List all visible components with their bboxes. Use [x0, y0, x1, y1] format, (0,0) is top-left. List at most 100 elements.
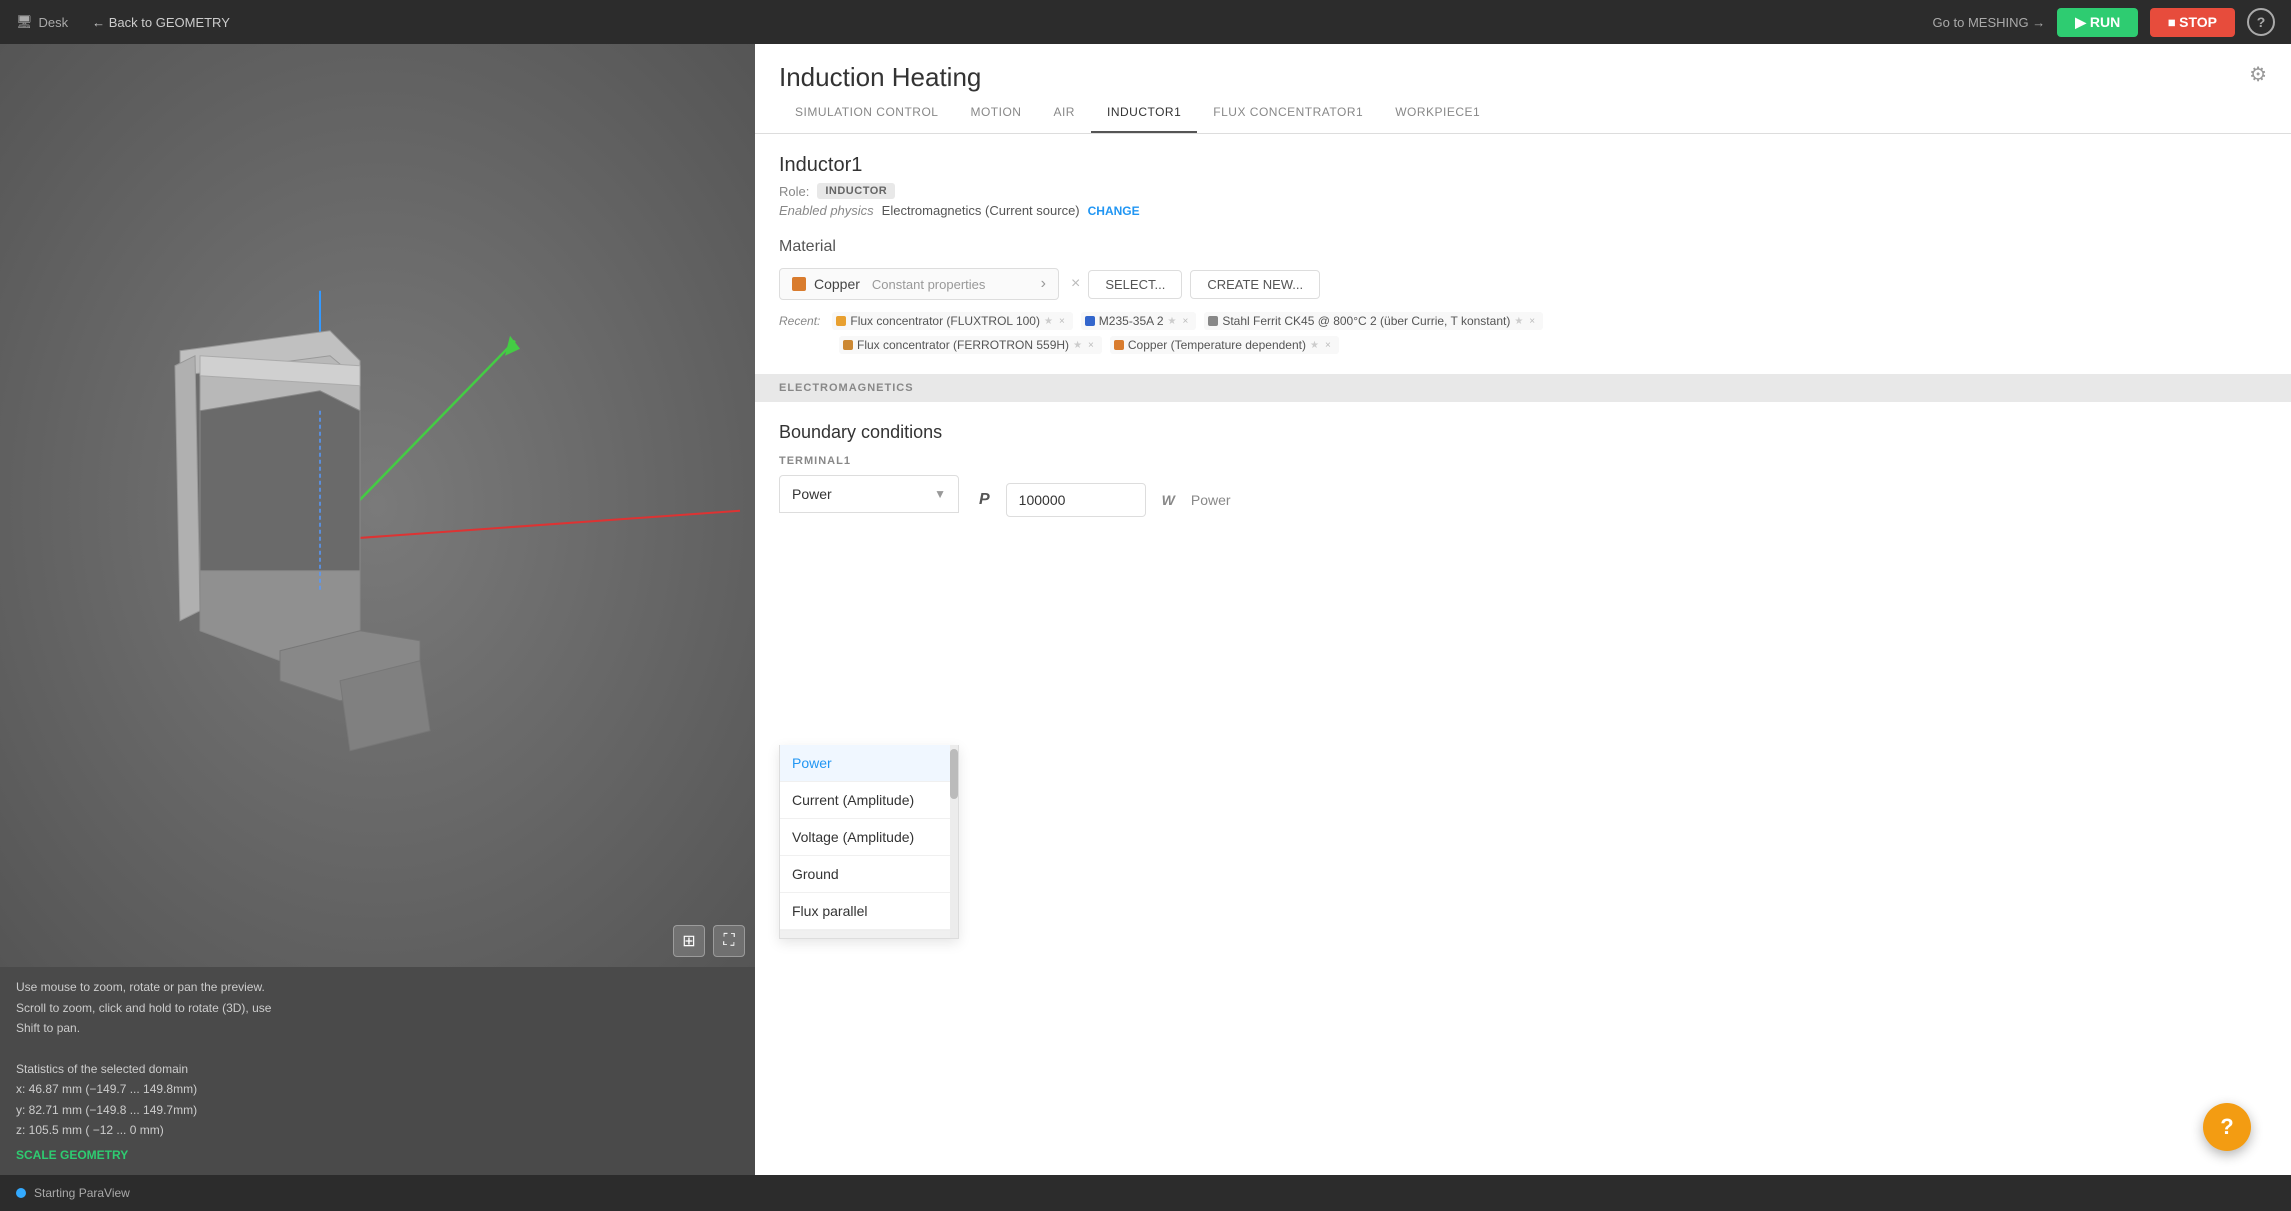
physics-row: Enabled physics Electromagnetics (Curren… [779, 203, 2267, 218]
recent-close-2[interactable]: × [1529, 316, 1535, 327]
electromagnetics-section-bar: ELECTROMAGNETICS [755, 374, 2291, 402]
material-props: Constant properties [872, 277, 985, 292]
top-bar: 🖥 Desk ← Back to GEOMETRY Go to MESHING … [0, 0, 2291, 44]
recent-dot-4 [1114, 340, 1124, 350]
tabs-bar: SIMULATION CONTROL MOTION AIR INDUCTOR1 … [755, 93, 2291, 134]
role-row: Role: INDUCTOR [779, 183, 2267, 199]
material-close-icon[interactable]: × [1071, 275, 1080, 293]
star-icon-1[interactable]: ★ [1168, 316, 1177, 327]
stats-title: Statistics of the selected domain [16, 1059, 739, 1079]
info-line-3: Shift to pan. [16, 1018, 739, 1038]
tab-workpiece1[interactable]: WORKPIECE1 [1379, 93, 1496, 133]
info-line-1: Use mouse to zoom, rotate or pan the pre… [16, 977, 739, 997]
dropdown-scrollbar-thumb[interactable] [950, 749, 958, 799]
boundary-conditions-section: Boundary conditions TERMINAL1 Power ▼ [779, 422, 2267, 707]
recent-item-4[interactable]: Copper (Temperature dependent) ★ × [1110, 336, 1339, 354]
stats-x: x: 46.87 mm (−149.7 ... 149.8mm) [16, 1079, 739, 1099]
star-icon-3[interactable]: ★ [1073, 340, 1082, 351]
fullscreen-button[interactable]: ⛶ [713, 925, 745, 957]
material-row: Copper Constant properties › × SELECT...… [779, 268, 2267, 300]
power-icon: P [979, 491, 990, 509]
tab-simulation-control[interactable]: SIMULATION CONTROL [779, 93, 954, 133]
stop-button[interactable]: ⏹ STOP [2150, 8, 2235, 37]
dropdown-item-current[interactable]: Current (Amplitude) [780, 782, 958, 819]
main-layout: ⊞ ⛶ Use mouse to zoom, rotate or pan the… [0, 44, 2291, 1175]
recent-close-3[interactable]: × [1088, 340, 1094, 351]
tab-motion[interactable]: MOTION [954, 93, 1037, 133]
star-icon-4[interactable]: ★ [1310, 340, 1319, 351]
settings-icon[interactable]: ⚙ [2249, 62, 2267, 87]
recent-label: Recent: [779, 314, 820, 328]
recent-close-0[interactable]: × [1059, 316, 1065, 327]
recent-materials-row-2: Flux concentrator (FERROTRON 559H) ★ × C… [779, 336, 2267, 354]
dropdown-item-ground[interactable]: Ground [780, 856, 958, 893]
power-unit: W [1162, 492, 1175, 508]
tab-air[interactable]: AIR [1037, 93, 1091, 133]
material-pill[interactable]: Copper Constant properties › [779, 268, 1059, 300]
top-bar-left: 🖥 Desk ← Back to GEOMETRY [16, 14, 230, 30]
boundary-dropdown-wrapper: Power ▼ Power Current (Amplitude) [779, 475, 959, 707]
recent-close-1[interactable]: × [1182, 316, 1188, 327]
tab-flux-concentrator1[interactable]: FLUX CONCENTRATOR1 [1197, 93, 1379, 133]
dropdown-container: Power ▼ Power Current (Amplitude) [779, 475, 959, 707]
reset-view-button[interactable]: ⊞ [673, 925, 705, 957]
recent-close-4[interactable]: × [1325, 340, 1331, 351]
dropdown-scrollbar[interactable] [950, 745, 958, 938]
dropdown-scroll-bottom [780, 930, 958, 938]
inductor-section-title: Inductor1 [779, 154, 2267, 177]
terminal1-controls: Power ▼ Power Current (Amplitude) [779, 475, 2267, 707]
power-value-input[interactable] [1006, 483, 1146, 517]
dropdown-item-power[interactable]: Power [780, 745, 958, 782]
run-button[interactable]: ▶ RUN [2057, 8, 2138, 37]
right-header: Induction Heating ⚙ [755, 44, 2291, 93]
boundary-conditions-title: Boundary conditions [779, 422, 2267, 443]
desk-link[interactable]: 🖥 Desk [16, 14, 68, 30]
change-physics-link[interactable]: CHANGE [1088, 204, 1140, 218]
help-button[interactable]: ? [2247, 8, 2275, 36]
boundary-dropdown-selected[interactable]: Power ▼ [779, 475, 959, 513]
back-to-geometry-button[interactable]: ← Back to GEOMETRY [92, 15, 230, 30]
status-dot-icon [16, 1188, 26, 1198]
go-to-meshing-link[interactable]: Go to MESHING → [1933, 15, 2046, 30]
dropdown-item-voltage[interactable]: Voltage (Amplitude) [780, 819, 958, 856]
create-material-button[interactable]: CREATE NEW... [1190, 270, 1320, 299]
3d-canvas[interactable]: ⊞ ⛶ [0, 44, 755, 967]
select-material-button[interactable]: SELECT... [1088, 270, 1182, 299]
recent-item-0[interactable]: Flux concentrator (FLUXTROL 100) ★ × [832, 312, 1072, 330]
dropdown-item-flux-parallel[interactable]: Flux parallel [780, 893, 958, 930]
recent-dot-3 [843, 340, 853, 350]
right-content: Inductor1 Role: INDUCTOR Enabled physics… [755, 134, 2291, 1175]
star-icon-0[interactable]: ★ [1044, 316, 1053, 327]
help-float-button[interactable]: ? [2203, 1103, 2251, 1151]
status-label: Starting ParaView [34, 1186, 130, 1200]
role-label: Role: [779, 184, 809, 199]
3d-shape-svg [0, 44, 755, 967]
material-color-swatch [792, 277, 806, 291]
recent-item-2[interactable]: Stahl Ferrit CK45 @ 800°C 2 (über Currie… [1204, 312, 1543, 330]
recent-item-3[interactable]: Flux concentrator (FERROTRON 559H) ★ × [839, 336, 1102, 354]
material-name: Copper [814, 276, 860, 292]
recent-item-1[interactable]: M235-35A 2 ★ × [1081, 312, 1197, 330]
power-type: Power [1191, 492, 1231, 508]
tab-inductor1[interactable]: INDUCTOR1 [1091, 93, 1197, 133]
star-icon-2[interactable]: ★ [1514, 316, 1523, 327]
recent-dot-2 [1208, 316, 1218, 326]
status-bar: Starting ParaView [0, 1175, 2291, 1211]
role-badge: INDUCTOR [817, 183, 895, 199]
app-title: Induction Heating [779, 62, 981, 93]
viewport-controls: ⊞ ⛶ [673, 925, 745, 957]
power-input-row: P W Power [979, 483, 1231, 517]
viewport-3d[interactable]: ⊞ ⛶ [0, 44, 755, 967]
viewport-info: Use mouse to zoom, rotate or pan the pre… [0, 967, 755, 1175]
left-panel: ⊞ ⛶ Use mouse to zoom, rotate or pan the… [0, 44, 755, 1175]
top-bar-right: Go to MESHING → ▶ RUN ⏹ STOP ? [1933, 8, 2275, 37]
monitor-icon: 🖥 [16, 14, 33, 30]
material-expand-icon[interactable]: › [1041, 275, 1046, 293]
stats-z: z: 105.5 mm ( −12 ... 0 mm) [16, 1120, 739, 1140]
boundary-dropdown-menu: Power Current (Amplitude) Voltage (Ampli… [779, 745, 959, 939]
info-line-2: Scroll to zoom, click and hold to rotate… [16, 998, 739, 1018]
recent-dot-0 [836, 316, 846, 326]
scale-geometry-link[interactable]: SCALE GEOMETRY [16, 1145, 739, 1165]
physics-value: Electromagnetics (Current source) [882, 203, 1080, 218]
right-panel: Induction Heating ⚙ SIMULATION CONTROL M… [755, 44, 2291, 1175]
